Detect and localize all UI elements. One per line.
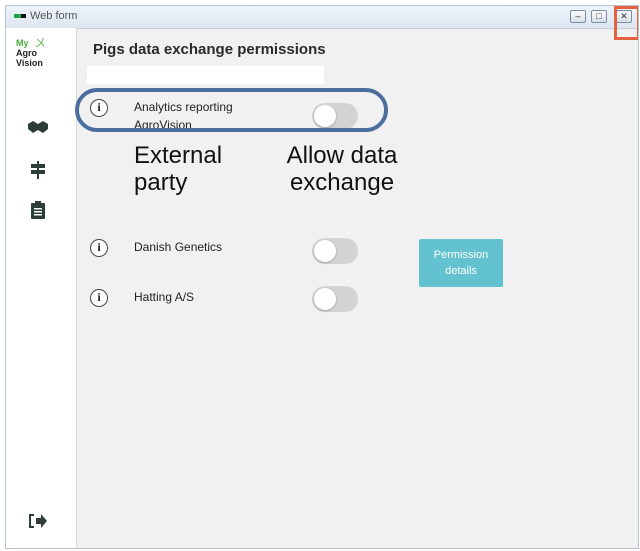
page-title: Pigs data exchange permissions (93, 41, 326, 58)
minimize-icon: – (575, 11, 581, 21)
app-icon (14, 14, 26, 18)
minimize-button[interactable]: – (570, 10, 586, 23)
toggle-danish-genetics[interactable] (312, 238, 358, 264)
toggle-hatting[interactable] (312, 286, 358, 312)
party-name-danish-genetics: Danish Genetics (134, 240, 223, 254)
logo-text-vision: Vision (16, 58, 43, 68)
maximize-button[interactable]: □ (591, 10, 607, 23)
web-form-window: Web form – □ ✕ My 〤 Agro Vision Pigs dat… (5, 5, 639, 549)
analytics-row-highlight (75, 88, 388, 132)
main-content: Pigs data exchange permissions i Analyti… (75, 28, 638, 548)
permission-button-line2: details (445, 265, 477, 277)
clipboard-icon[interactable] (26, 200, 50, 224)
permission-details-button[interactable]: Permission details (419, 239, 503, 287)
title-underline-box (87, 66, 324, 84)
column-header-party: External party (134, 142, 223, 196)
column-header-allow: Allow data exchange (286, 142, 398, 196)
logout-button[interactable] (28, 513, 48, 534)
title-bar: Web form – □ ✕ (6, 6, 638, 29)
logo-figure-icon: 〤 (34, 36, 47, 50)
myagrovision-logo: My 〤 Agro Vision (16, 36, 66, 68)
sidebar: My 〤 Agro Vision (6, 28, 77, 548)
signpost-icon[interactable] (26, 160, 50, 184)
permission-button-line1: Permission (433, 249, 489, 261)
logout-icon (29, 514, 47, 528)
handshake-icon[interactable] (26, 118, 50, 142)
info-icon[interactable]: i (90, 289, 108, 307)
info-icon[interactable]: i (90, 239, 108, 257)
party-name-hatting: Hatting A/S (134, 290, 195, 304)
maximize-icon: □ (596, 11, 602, 21)
window-title: Web form (30, 10, 78, 22)
